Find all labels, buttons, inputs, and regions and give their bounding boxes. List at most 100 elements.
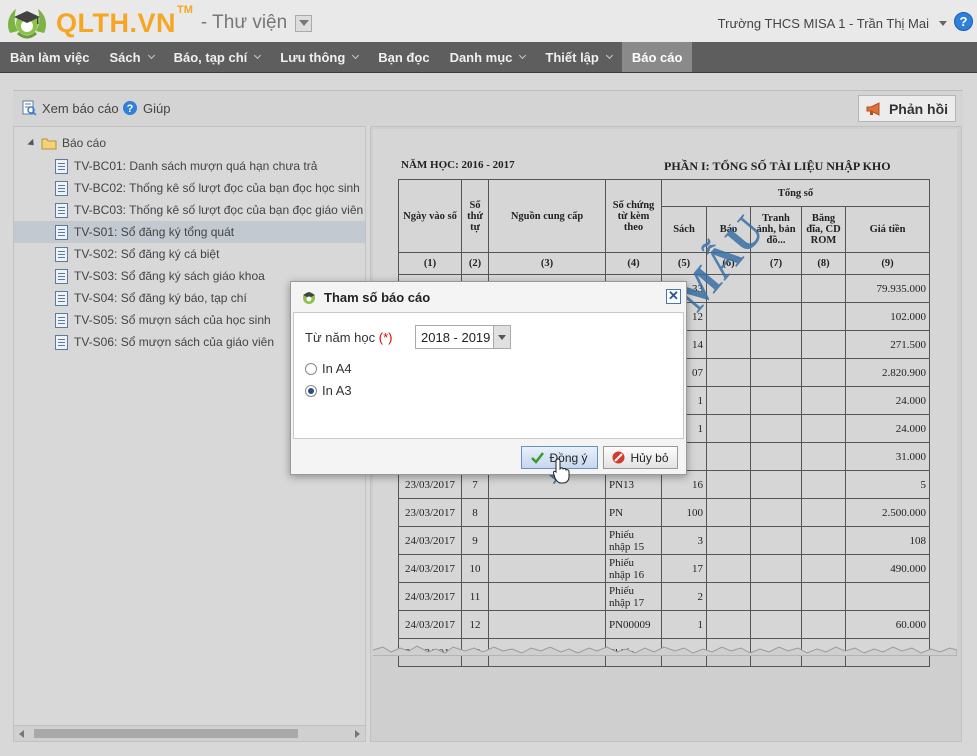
nav-item-1[interactable]: Sách [100, 42, 164, 72]
column-number: (3) [488, 252, 606, 275]
tree-horizontal-scrollbar[interactable] [14, 725, 365, 741]
cell-empty [750, 498, 802, 527]
cell-date: 24/03/2017 [398, 582, 462, 611]
paper-a3-option[interactable]: In A3 [305, 383, 352, 398]
paper-a4-option[interactable]: In A4 [305, 361, 352, 376]
cell-empty [801, 302, 846, 331]
scrollbar-thumb[interactable] [34, 729, 298, 738]
app-logo[interactable]: QLTH.VN TM - Thư viện [4, 3, 313, 41]
dialog-body: Từ năm học (*) 2018 - 2019 In A4 In A3 [293, 312, 684, 439]
cell-empty [801, 414, 846, 443]
tree-item[interactable]: TV-S05: Sổ mượn sách của học sinh [55, 309, 271, 331]
cell-empty [801, 498, 846, 527]
document-icon [55, 290, 68, 306]
cancel-button[interactable]: Hủy bỏ [603, 446, 678, 469]
cell-empty [488, 554, 606, 583]
cell-date: 23/03/2017 [398, 498, 462, 527]
chevron-down-icon [298, 20, 309, 26]
cell-empty [801, 330, 846, 359]
chevron-down-icon [519, 51, 527, 59]
radio-a3[interactable] [305, 384, 317, 397]
help-icon[interactable]: ? [954, 12, 973, 31]
column-number: (2) [461, 252, 489, 275]
nav-item-4[interactable]: Bạn đọc [368, 42, 439, 72]
header-source: Nguồn cung cấp [488, 179, 606, 253]
column-number: (9) [845, 252, 930, 275]
cell-books: 17 [661, 554, 707, 583]
feedback-button[interactable]: Phản hồi [858, 95, 956, 122]
tree-item[interactable]: TV-S06: Sổ mượn sách của giáo viên [55, 331, 274, 353]
nav-item-5[interactable]: Danh mục [440, 42, 536, 72]
cell-empty [706, 442, 751, 471]
tree-root-label: Báo cáo [62, 136, 107, 150]
year-field-label: Từ năm học (*) [305, 330, 392, 345]
user-info[interactable]: Trường THCS MISA 1 - Trần Thị Mai [718, 16, 929, 31]
radio-a4[interactable] [305, 362, 317, 375]
cell-price: 108 [845, 526, 930, 555]
cell-empty [706, 554, 751, 583]
dialog-header: Tham số báo cáo ✕ [291, 282, 686, 312]
cell-empty [750, 358, 802, 387]
table-row: 24/03/2017 10 Phiếu nhập 16 17 490.000 [398, 554, 930, 583]
nav-item-6[interactable]: Thiết lập [535, 42, 621, 72]
tree-item[interactable]: TV-S01: Sổ đăng ký tổng quát [55, 221, 234, 243]
scroll-left-icon[interactable] [19, 730, 24, 738]
cell-price: 490.000 [845, 554, 930, 583]
report-toolbar: Xem báo cáo ? Giúp Phản hồi [13, 90, 963, 126]
module-dropdown-button[interactable] [295, 14, 313, 32]
chevron-down-icon[interactable] [493, 326, 510, 348]
cell-empty [801, 554, 846, 583]
chevron-down-icon [254, 51, 262, 59]
dialog-close-icon[interactable]: ✕ [666, 289, 681, 304]
document-icon [55, 158, 68, 174]
nav-item-label: Bàn làm việc [10, 49, 90, 65]
cell-empty [750, 526, 802, 555]
cell-empty [801, 274, 846, 303]
cell-voucher: Phiếu nhập 16 [605, 554, 662, 583]
cell-empty [706, 470, 751, 499]
tree-item[interactable]: TV-S02: Sổ đăng ký cá biệt [55, 243, 219, 265]
tree-item-label: TV-S01: Sổ đăng ký tổng quát [74, 225, 235, 239]
tree-item[interactable]: TV-BC01: Danh sách mượn quá hạn chưa trả [55, 155, 317, 177]
document-icon [55, 312, 68, 328]
header-seq: Số thứ tự [461, 179, 489, 253]
main-nav: Bàn làm việc Sách Báo, tạp chí Lưu thông Bạn… [0, 42, 977, 73]
tree-item[interactable]: TV-BC03: Thống kê số lượt đọc của bạn đọ… [55, 199, 365, 221]
cell-price: 24.000 [845, 414, 930, 443]
tree-item[interactable]: TV-S04: Sổ đăng ký báo, tạp chí [55, 287, 247, 309]
tree-item[interactable]: TV-S03: Sổ đăng ký sách giáo khoa [55, 265, 265, 287]
school-year-select[interactable]: 2018 - 2019 [415, 325, 511, 349]
scroll-right-icon[interactable] [355, 730, 360, 738]
header-total: Tổng số [661, 179, 930, 207]
tree-item-label: TV-BC02: Thống kê số lượt đọc của bạn đọ… [74, 181, 360, 195]
required-mark: (*) [378, 330, 393, 345]
header-voucher: Số chứng từ kèm theo [605, 179, 662, 253]
document-icon [55, 246, 68, 262]
table-row: 24/03/2017 12 PN00009 1 60.000 [398, 610, 930, 639]
nav-item-label: Báo cáo [631, 49, 683, 65]
report-params-dialog: Tham số báo cáo ✕ Từ năm học (*) 2018 - … [290, 281, 687, 475]
user-menu-caret-icon[interactable] [939, 21, 947, 26]
report-section-title: PHẦN I: TỔNG SỐ TÀI LIỆU NHẬP KHO [664, 159, 891, 173]
cell-empty [750, 302, 802, 331]
cell-empty [706, 330, 751, 359]
collapse-arrow-icon[interactable] [27, 138, 37, 148]
view-report-button[interactable]: Xem báo cáo [21, 100, 119, 116]
folder-icon [41, 138, 57, 149]
tree-root-node[interactable]: Báo cáo [27, 136, 107, 150]
paper-a4-label: In A4 [322, 361, 352, 376]
cell-date: 24/03/2017 [398, 526, 462, 555]
cell-voucher: Phiếu nhập 15 [605, 526, 662, 555]
nav-item-0[interactable]: Bàn làm việc [0, 42, 100, 72]
cell-empty [488, 582, 606, 611]
cell-empty [488, 526, 606, 555]
nav-item-3[interactable]: Lưu thông [270, 42, 368, 72]
dialog-app-icon [303, 292, 315, 304]
help-button[interactable]: ? Giúp [122, 100, 170, 116]
tree-item[interactable]: TV-BC02: Thống kê số lượt đọc của bạn đọ… [55, 177, 360, 199]
nav-item-7[interactable]: Báo cáo [621, 42, 693, 72]
table-row: 23/03/2017 8 PN 100 2.500.000 [398, 498, 930, 527]
dialog-title: Tham số báo cáo [324, 289, 431, 305]
tree-item-label: TV-S04: Sổ đăng ký báo, tạp chí [74, 291, 247, 305]
nav-item-2[interactable]: Báo, tạp chí [164, 42, 271, 72]
